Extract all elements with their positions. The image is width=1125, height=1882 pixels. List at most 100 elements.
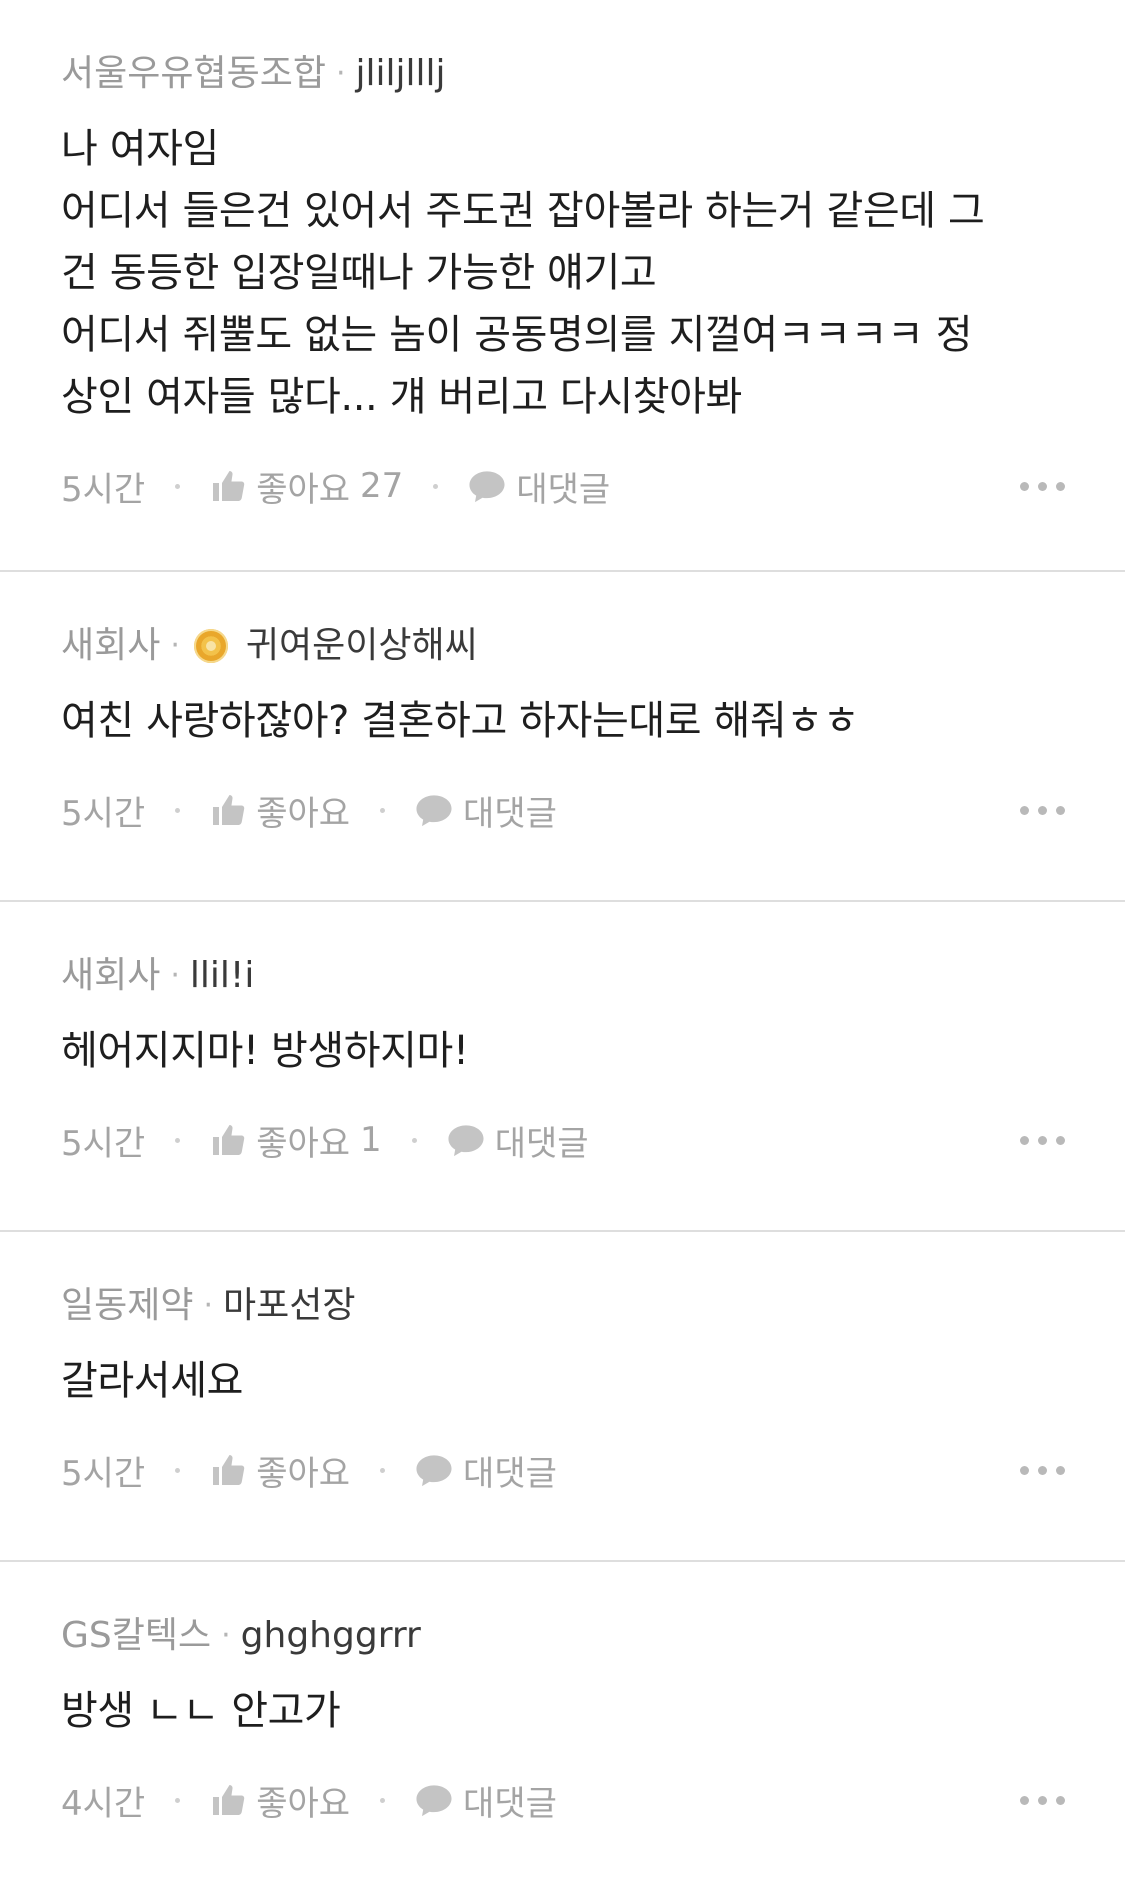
reply-label: 대댓글 xyxy=(494,1123,589,1164)
author-nickname[interactable]: llil!i xyxy=(190,952,254,1000)
separator-dot xyxy=(175,1467,181,1473)
thumbs-up-icon xyxy=(213,795,245,825)
comment-body: 여친 사랑하잖아? 결혼하고 하자는대로 해줘ㅎㅎ xyxy=(61,690,1065,752)
like-button[interactable]: 좋아요 xyxy=(210,1776,350,1825)
comment-time: 4시간 xyxy=(61,1783,146,1824)
comment-header: 서울우유협동조합 · jliljlllj xyxy=(61,50,1065,98)
author-company[interactable]: 일동제약 xyxy=(61,1282,193,1330)
reply-button[interactable]: 대댓글 xyxy=(415,786,557,835)
reply-label: 대댓글 xyxy=(463,793,557,834)
like-button[interactable]: 좋아요 1 xyxy=(210,1116,382,1165)
like-count: 27 xyxy=(360,466,404,506)
speech-bubble-icon xyxy=(416,795,452,827)
like-label: 좋아요 xyxy=(256,469,351,510)
separator-dot xyxy=(380,1467,386,1473)
more-dot xyxy=(1056,481,1065,491)
more-dot xyxy=(1038,1135,1047,1145)
gold-badge-icon xyxy=(193,629,228,663)
more-dot xyxy=(1020,481,1029,491)
comment-time: 5시간 xyxy=(61,1453,146,1494)
comment-header: 일동제약 · 마포선장 xyxy=(61,1282,1065,1330)
author-nickname[interactable]: 귀여운이상해씨 xyxy=(246,622,478,670)
comment-body: 갈라서세요 xyxy=(61,1350,1065,1412)
separator-dot: · xyxy=(170,628,180,663)
more-options-button[interactable] xyxy=(1020,796,1065,825)
separator-dot: · xyxy=(170,958,180,993)
separator-dot xyxy=(380,807,386,813)
speech-bubble-icon xyxy=(416,1785,452,1817)
comment-item: 새회사 · llil!i 헤어지지마! 방생하지마! 5시간 좋아요 1 대댓글 xyxy=(0,902,1125,1232)
reply-button[interactable]: 대댓글 xyxy=(447,1116,589,1165)
like-button[interactable]: 좋아요 xyxy=(210,1446,350,1495)
more-dot xyxy=(1038,805,1047,815)
comment-meta: 5시간 좋아요 27 대댓글 xyxy=(61,456,1065,516)
more-options-button[interactable] xyxy=(1020,1786,1065,1815)
author-nickname[interactable]: ghghggrrr xyxy=(241,1612,421,1660)
separator-dot: · xyxy=(221,1618,231,1653)
comment-time: 5시간 xyxy=(61,793,146,834)
separator-dot: · xyxy=(203,1288,214,1323)
like-label: 좋아요 xyxy=(256,1453,351,1494)
comment-item: 일동제약 · 마포선장 갈라서세요 5시간 좋아요 대댓글 xyxy=(0,1232,1125,1562)
more-dot xyxy=(1056,1135,1065,1145)
reply-button[interactable]: 대댓글 xyxy=(468,462,610,511)
author-company[interactable]: 새회사 xyxy=(61,952,160,1000)
separator-dot xyxy=(175,807,181,813)
more-dot xyxy=(1020,1135,1029,1145)
comment-meta: 5시간 좋아요 대댓글 xyxy=(61,780,1065,840)
comment-header: 새회사 · llil!i xyxy=(61,952,1065,1000)
thumbs-up-icon xyxy=(213,1455,245,1485)
author-nickname[interactable]: 마포선장 xyxy=(223,1282,355,1330)
like-button[interactable]: 좋아요 27 xyxy=(210,462,403,511)
more-dot xyxy=(1056,1795,1065,1805)
more-dot xyxy=(1020,805,1029,815)
separator-dot xyxy=(175,1137,181,1143)
comment-meta: 4시간 좋아요 대댓글 xyxy=(61,1770,1065,1830)
more-dot xyxy=(1038,481,1047,491)
like-button[interactable]: 좋아요 xyxy=(210,786,350,835)
more-dot xyxy=(1056,1465,1065,1475)
comment-list: 서울우유협동조합 · jliljlllj 나 여자임 어디서 들은건 있어서 주… xyxy=(0,0,1125,1878)
author-nickname[interactable]: jliljlllj xyxy=(356,50,446,98)
reply-button[interactable]: 대댓글 xyxy=(415,1446,557,1495)
comment-meta: 5시간 좋아요 대댓글 xyxy=(61,1440,1065,1500)
author-company[interactable]: 서울우유협동조합 xyxy=(61,50,326,98)
comment-line: 어디서 들은건 있어서 주도권 잡아볼라 하는거 같은데 그 xyxy=(61,188,985,234)
comment-line: 상인 여자들 많다... 걔 버리고 다시찾아봐 xyxy=(61,374,742,420)
comment-item: 서울우유협동조합 · jliljlllj 나 여자임 어디서 들은건 있어서 주… xyxy=(0,0,1125,572)
reply-button[interactable]: 대댓글 xyxy=(415,1776,557,1825)
more-dot xyxy=(1020,1465,1029,1475)
like-label: 좋아요 xyxy=(256,793,351,834)
more-dot xyxy=(1038,1795,1047,1805)
more-options-button[interactable] xyxy=(1020,1456,1065,1485)
comment-body: 헤어지지마! 방생하지마! xyxy=(61,1020,1065,1082)
author-company[interactable]: GS칼텍스 xyxy=(61,1612,211,1660)
separator-dot xyxy=(411,1137,417,1143)
more-options-button[interactable] xyxy=(1020,472,1065,501)
comment-line: 건 동등한 입장일때나 가능한 얘기고 xyxy=(61,250,657,296)
more-dot xyxy=(1020,1795,1029,1805)
comment-item: GS칼텍스 · ghghggrrr 방생 ㄴㄴ 안고가 4시간 좋아요 대댓글 xyxy=(0,1562,1125,1878)
comment-body: 방생 ㄴㄴ 안고가 xyxy=(61,1680,1065,1742)
more-dot xyxy=(1038,1465,1047,1475)
thumbs-up-icon xyxy=(213,1785,245,1815)
thumbs-up-icon xyxy=(213,471,245,501)
reply-label: 대댓글 xyxy=(463,1783,557,1824)
thumbs-up-icon xyxy=(213,1125,245,1155)
separator-dot xyxy=(380,1797,386,1803)
comment-header: 새회사 · 귀여운이상해씨 xyxy=(61,622,1065,670)
comment-line: 여친 사랑하잖아? 결혼하고 하자는대로 해줘ㅎㅎ xyxy=(61,698,860,744)
separator-dot xyxy=(175,1797,181,1803)
separator-dot xyxy=(175,483,181,489)
more-dot xyxy=(1056,805,1065,815)
speech-bubble-icon xyxy=(448,1125,484,1157)
speech-bubble-icon xyxy=(416,1455,452,1487)
comment-header: GS칼텍스 · ghghggrrr xyxy=(61,1612,1065,1660)
comment-item: 새회사 · 귀여운이상해씨 여친 사랑하잖아? 결혼하고 하자는대로 해줘ㅎㅎ … xyxy=(0,572,1125,902)
reply-label: 대댓글 xyxy=(516,469,611,510)
more-options-button[interactable] xyxy=(1020,1126,1065,1155)
author-company[interactable]: 새회사 xyxy=(61,622,160,670)
comment-line: 갈라서세요 xyxy=(61,1358,243,1404)
comment-line: 어디서 쥐뿔도 없는 놈이 공동명의를 지껄여ㅋㅋㅋㅋ 정 xyxy=(61,312,973,358)
comment-time: 5시간 xyxy=(61,1123,146,1164)
